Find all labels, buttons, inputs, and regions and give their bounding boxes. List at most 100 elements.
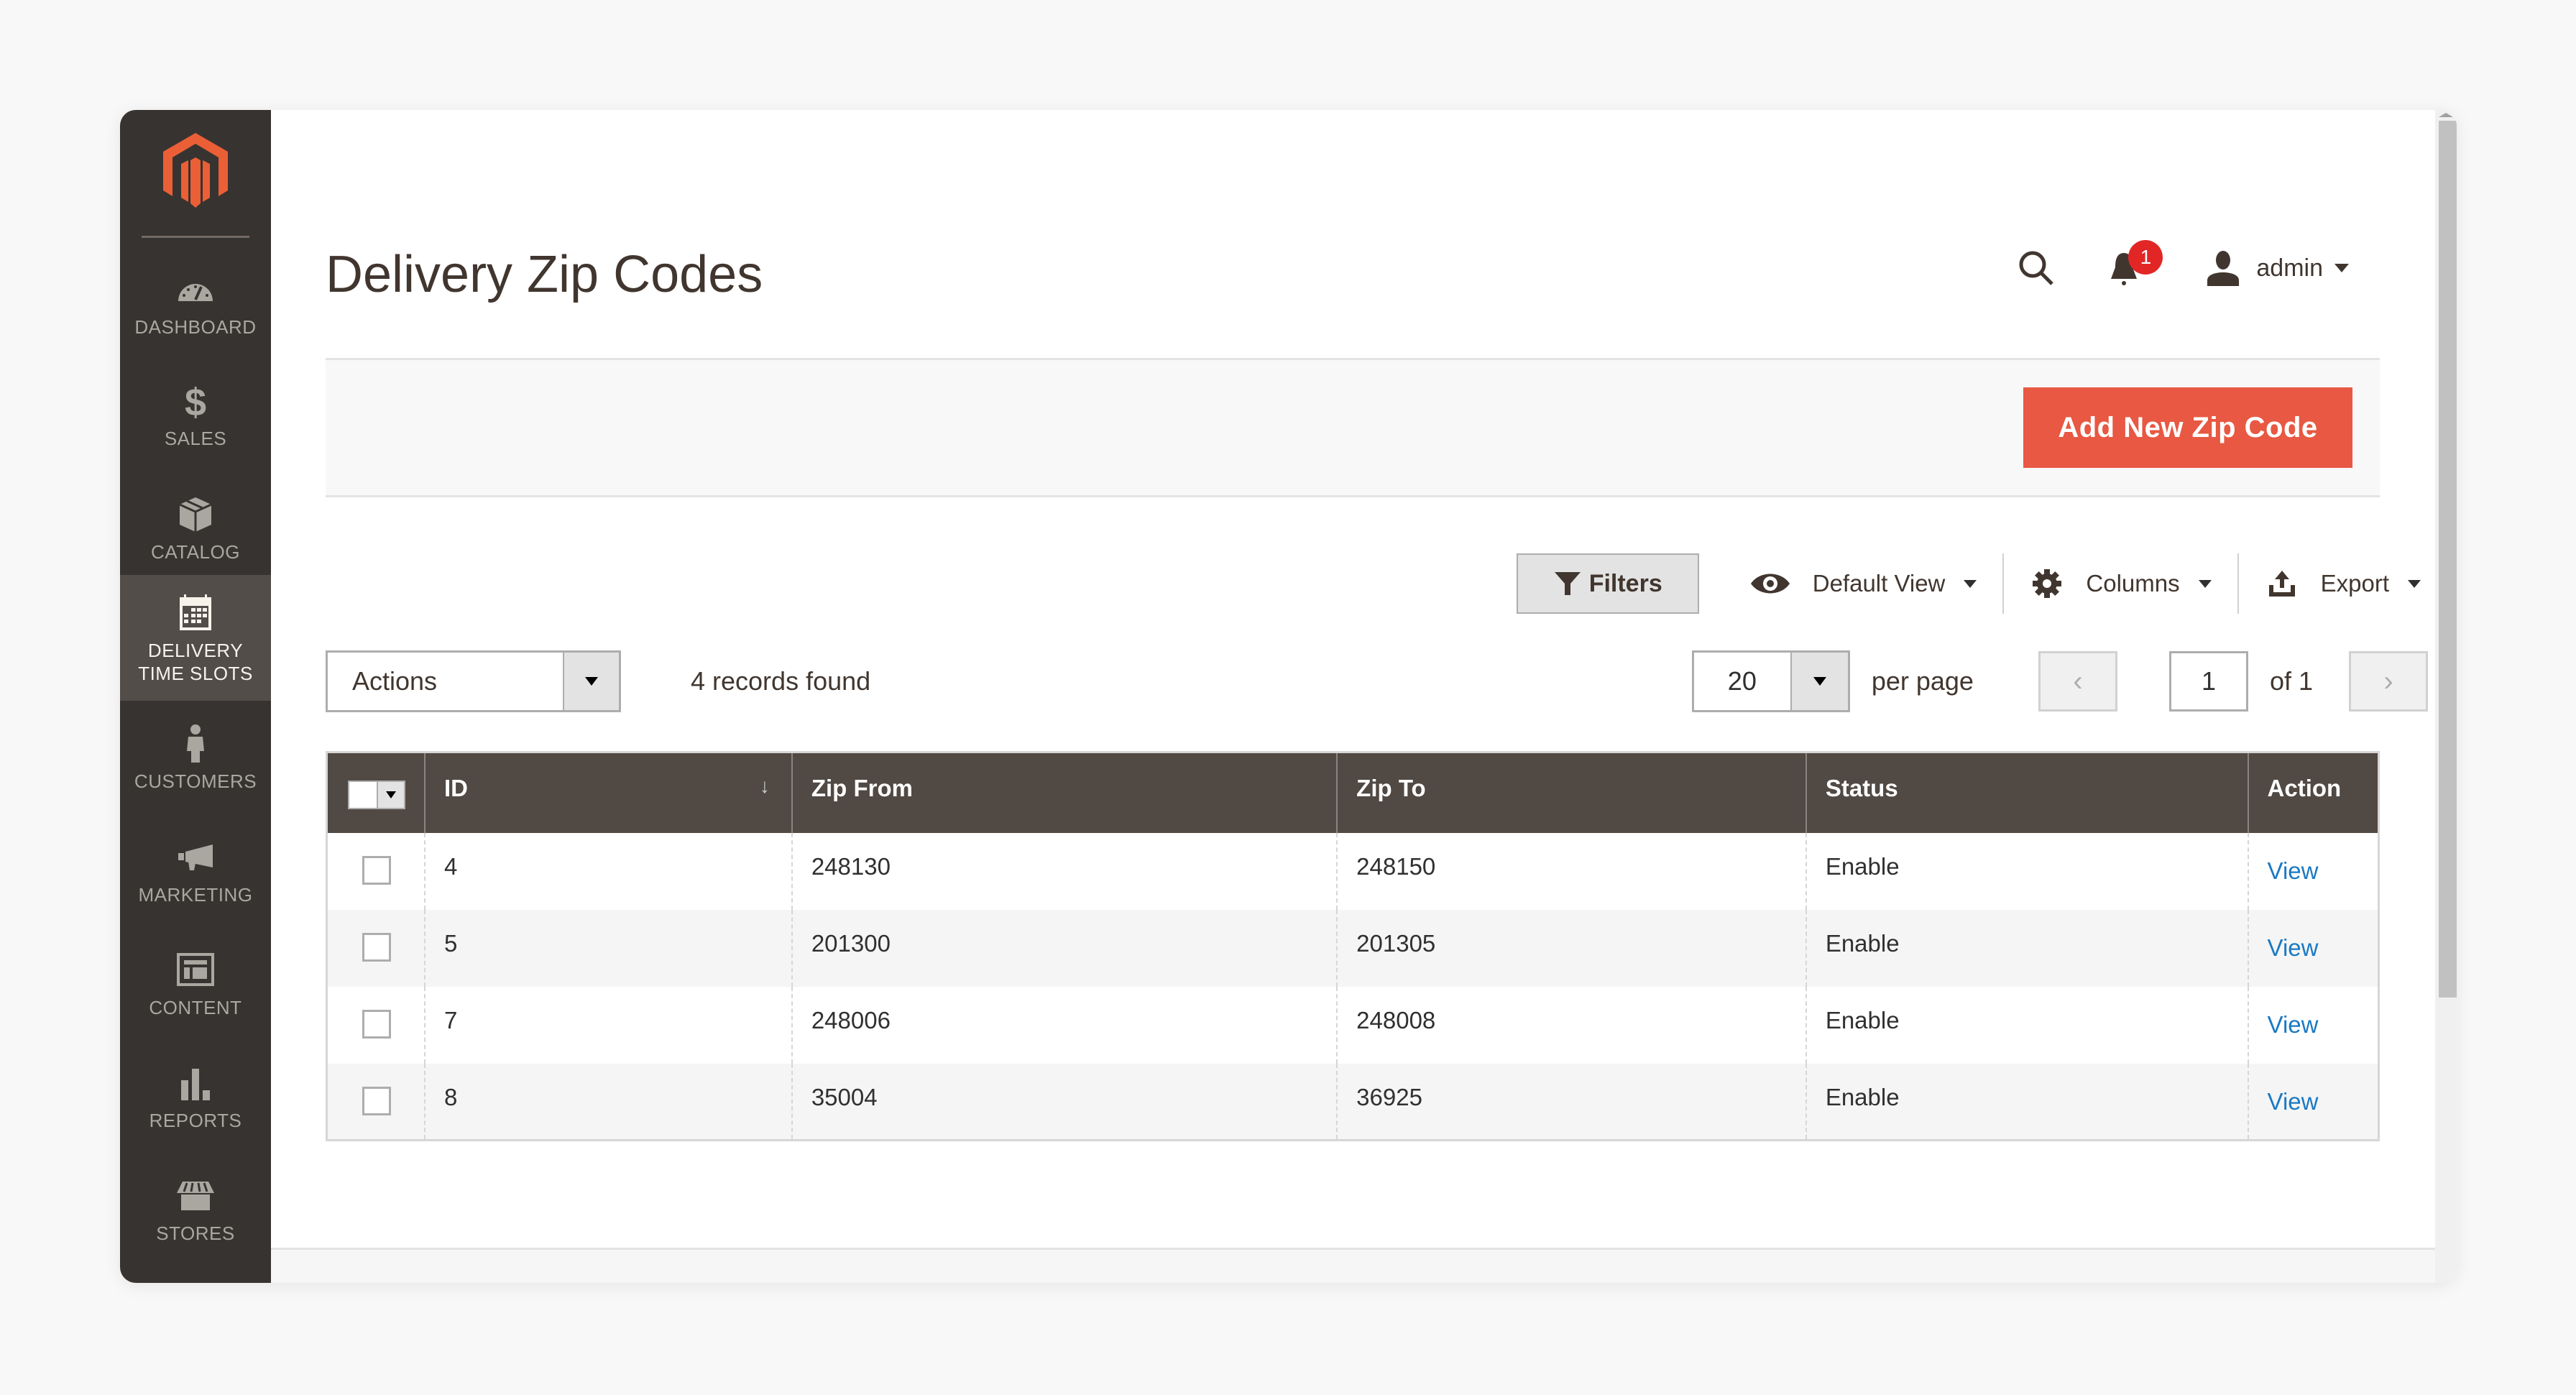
column-header-id[interactable]: ID ↓ <box>424 752 792 833</box>
status-cell: Enable <box>1805 986 2248 1064</box>
footer <box>271 1250 2435 1283</box>
scroll-up-arrow-icon[interactable] <box>2439 113 2453 117</box>
view-link[interactable]: View <box>2268 1011 2319 1039</box>
sidebar-item-reports[interactable]: Reports <box>120 1040 271 1154</box>
sidebar-item-label: Delivery Time Slots <box>138 639 253 684</box>
id-cell: 7 <box>424 986 792 1064</box>
mass-select-checkbox[interactable] <box>348 781 405 809</box>
status-cell: Enable <box>1805 909 2248 987</box>
notifications-badge: 1 <box>2128 240 2163 275</box>
user-name: admin <box>2256 254 2323 282</box>
chevron-down-icon <box>1813 677 1826 686</box>
sort-arrow-icon: ↓ <box>759 775 770 797</box>
column-label: ID <box>444 775 468 801</box>
global-search-button[interactable] <box>2015 247 2058 290</box>
column-header-zip-to[interactable]: Zip To <box>1336 752 1806 833</box>
user-menu[interactable]: admin <box>2204 250 2349 286</box>
grid-toolbar: Filters Default View Columns Export <box>1516 553 2428 614</box>
view-link[interactable]: View <box>2268 857 2319 885</box>
table-header-row: ID ↓ Zip From Zip To Status Action <box>326 752 2379 833</box>
sidebar-item-label: Sales <box>164 428 227 449</box>
table-row: 5 201300 201305 Enable View <box>326 909 2379 987</box>
row-checkbox[interactable] <box>362 932 391 962</box>
mass-select-dropdown[interactable] <box>377 782 404 808</box>
row-checkbox[interactable] <box>362 1086 391 1115</box>
action-cell: View <box>2247 909 2379 987</box>
chevron-down-icon <box>1964 579 1977 588</box>
row-select-cell <box>326 909 425 987</box>
columns-selector[interactable]: Columns <box>2004 553 2237 614</box>
page-actions-bar: Add New Zip Code <box>326 358 2380 497</box>
column-label: Action <box>2267 775 2342 801</box>
column-header-status[interactable]: Status <box>1805 752 2248 833</box>
sidebar-item-label: Customers <box>134 770 257 792</box>
mass-actions-select[interactable]: Actions <box>326 650 621 712</box>
column-header-zip-from[interactable]: Zip From <box>791 752 1338 833</box>
filters-button[interactable]: Filters <box>1516 553 1699 614</box>
action-cell: View <box>2247 832 2379 910</box>
sidebar-item-customers[interactable]: Customers <box>120 701 271 814</box>
zip-from-cell: 248006 <box>791 986 1338 1064</box>
export-label: Export <box>2320 570 2389 597</box>
previous-page-button[interactable]: ‹ <box>2038 651 2117 712</box>
column-header-action: Action <box>2247 752 2379 833</box>
column-label: Status <box>1825 775 1898 801</box>
row-select-cell <box>326 832 425 910</box>
gear-icon <box>2033 569 2062 598</box>
add-new-zip-code-button[interactable]: Add New Zip Code <box>2023 387 2352 468</box>
status-cell: Enable <box>1805 832 2248 910</box>
mass-select-header <box>326 752 425 833</box>
sidebar-item-content[interactable]: Content <box>120 927 271 1041</box>
header-actions: 1 admin <box>2015 240 2349 290</box>
action-cell: View <box>2247 1063 2379 1141</box>
chevron-right-icon: › <box>2383 665 2393 697</box>
sidebar: Dashboard $ Sales Catalog <box>120 110 271 1283</box>
person-icon <box>187 724 204 763</box>
chevron-left-icon: ‹ <box>2073 665 2083 697</box>
sidebar-item-label: Dashboard <box>134 316 257 338</box>
per-page-select[interactable]: 20 <box>1691 650 1850 712</box>
view-link[interactable]: View <box>2268 934 2319 962</box>
id-cell: 8 <box>424 1063 792 1141</box>
zip-to-cell: 201305 <box>1336 909 1806 987</box>
zip-from-cell: 35004 <box>791 1063 1338 1141</box>
current-page-input[interactable] <box>2168 651 2248 712</box>
total-pages: of 1 <box>2269 666 2313 696</box>
view-link[interactable]: View <box>2268 1088 2319 1115</box>
per-page-label: per page <box>1871 666 1974 696</box>
notifications-button[interactable]: 1 <box>2108 240 2163 286</box>
id-cell: 4 <box>424 832 792 910</box>
sidebar-item-label: Reports <box>149 1110 242 1131</box>
actions-label: Actions <box>352 666 438 696</box>
next-page-button[interactable]: › <box>2349 651 2428 712</box>
row-checkbox[interactable] <box>362 1009 391 1039</box>
action-cell: View <box>2247 986 2379 1064</box>
row-select-cell <box>326 986 425 1064</box>
magento-logo[interactable] <box>156 132 235 211</box>
sidebar-item-delivery-time-slots[interactable]: Delivery Time Slots <box>120 575 271 701</box>
table-body: 4 248130 248150 Enable View 5 201300 201… <box>326 832 2379 1141</box>
view-selector[interactable]: Default View <box>1699 553 2003 614</box>
column-label: Zip From <box>811 775 913 801</box>
calendar-icon <box>180 594 211 630</box>
sidebar-item-sales[interactable]: $ Sales <box>120 358 271 471</box>
box-icon <box>179 497 212 532</box>
chevron-down-icon <box>585 677 598 686</box>
chevron-down-icon <box>2334 264 2349 272</box>
export-selector[interactable]: Export <box>2239 553 2428 614</box>
zip-codes-table: ID ↓ Zip From Zip To Status Action 4 248… <box>326 751 2380 1141</box>
bar-chart-icon <box>181 1069 210 1100</box>
sidebar-item-catalog[interactable]: Catalog <box>120 471 271 585</box>
scrollbar-thumb[interactable] <box>2439 121 2457 998</box>
table-row: 4 248130 248150 Enable View <box>326 832 2379 910</box>
actions-dropdown-toggle[interactable] <box>563 653 619 710</box>
eye-icon <box>1750 574 1790 594</box>
sidebar-item-dashboard[interactable]: Dashboard <box>120 247 271 360</box>
sidebar-item-stores[interactable]: Stores <box>120 1153 271 1266</box>
sidebar-item-label: Marketing <box>138 884 253 906</box>
vertical-scrollbar[interactable] <box>2435 110 2457 1283</box>
per-page-dropdown-toggle[interactable] <box>1790 653 1848 710</box>
sidebar-item-marketing[interactable]: Marketing <box>120 814 271 928</box>
zip-from-cell: 201300 <box>791 909 1338 987</box>
row-checkbox[interactable] <box>362 855 391 885</box>
